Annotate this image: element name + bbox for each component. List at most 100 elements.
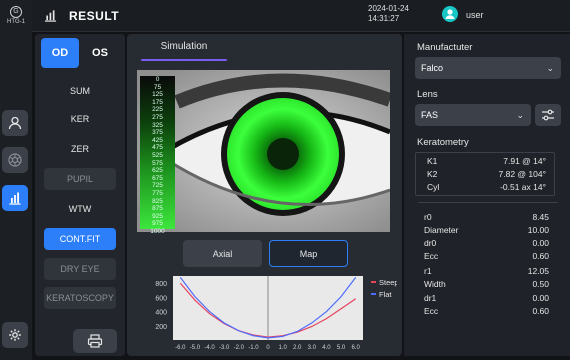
x-tick-label: 6.0 [352,345,361,351]
menu-item-keratoscopy[interactable]: KERATOSCOPY [44,287,116,309]
scale-label: 575 [152,159,163,167]
menu-item-zer[interactable]: ZER [44,138,116,160]
scale-label: 275 [152,113,163,121]
divider [418,202,558,203]
menu-item-cont-fit[interactable]: CONT.FIT [44,228,116,250]
param-value: 8.45 [532,212,549,222]
param-label: dr1 [424,293,437,303]
user-icon [8,116,22,130]
x-tick-label: -4.0 [204,345,215,351]
lens-label: Lens [417,89,438,100]
param-value: 12.05 [527,266,549,276]
scale-label: 825 [152,197,163,205]
chevron-down-icon: ⌄ [546,63,554,73]
cyl-label: Cyl [427,182,440,192]
map-button[interactable]: Map [269,240,348,267]
menu-item-sum[interactable]: SUM [44,80,116,102]
k1-value: 7.91 @ 14° [503,156,546,166]
time-text: 14:31:27 [368,14,400,23]
scale-label: 775 [152,189,163,197]
fit-panel: Manufactuter Falco ⌄ Lens FAS ⌄ Keratome… [404,34,570,356]
manufacturer-value: Falco [421,63,444,73]
lens-select[interactable]: FAS ⌄ [415,104,531,126]
os-button[interactable]: OS [81,38,119,68]
scale-label: 975 [152,220,163,228]
tab-simulation[interactable]: Simulation [141,41,227,59]
avatar[interactable] [442,6,458,22]
aperture-icon [8,153,22,167]
x-tick-label: 5.0 [337,345,346,351]
k2-label: K2 [427,169,438,179]
param-value: 0.00 [532,238,549,248]
keratometry-box: K1 7.91 @ 14° K2 7.82 @ 104° Cyl -0.51 a… [415,152,555,196]
result-button[interactable] [2,185,28,211]
menu-item-pupil[interactable]: PUPIL [44,168,116,190]
measure-button[interactable] [2,147,28,173]
device-name: HTG-1 [7,19,25,25]
x-tick-label: 4.0 [322,345,331,351]
y-tick-label: 600 [155,295,167,302]
user-icon [445,9,455,19]
legend-label: Flat [379,290,392,299]
profile-chart: 800 600 400 200 -6.0 -5.0 -4.0 -3.0 -2.0 -1.0 0 1.0… [155,276,397,351]
param-label: Width [424,279,446,289]
settings-button[interactable] [2,322,28,348]
gear-icon [9,329,21,341]
lens-settings-button[interactable] [535,104,561,126]
param-label: Diameter [424,225,459,235]
axial-button[interactable]: Axial [183,240,262,267]
bar-chart-icon [9,192,21,205]
scale-label: 875 [152,205,163,213]
manufacturer-select[interactable]: Falco ⌄ [415,57,561,79]
page-title: RESULT [69,9,120,23]
param-label: dr0 [424,238,437,248]
scale-label: 0 [155,76,160,83]
menu-item-wtw[interactable]: WTW [44,198,116,220]
x-tick-label: 1.0 [278,345,287,351]
y-tick-label: 200 [155,324,167,331]
center-panel: Simulation 0 75 125 175 225 275 325 375 … [127,34,402,356]
menu-item-dry-eye[interactable]: DRY EYE [44,258,116,280]
scale-label: 475 [152,144,163,152]
param-row: Ecc 0.60 [424,306,549,316]
k1-label: K1 [427,156,438,166]
device-logo: G HTG-1 [2,6,30,25]
scale-label: 525 [152,151,163,159]
print-button[interactable] [73,329,117,353]
param-row: dr1 0.00 [424,293,549,303]
param-label: r0 [424,212,432,222]
x-tick-label: 3.0 [308,345,317,351]
od-button[interactable]: OD [41,38,79,68]
param-row: Diameter 10.00 [424,225,549,235]
scale-label: 125 [152,91,163,99]
param-value: 0.60 [532,251,549,261]
left-sidebar: G HTG-1 [0,0,32,360]
x-tick-label: -5.0 [190,345,201,351]
chevron-down-icon: ⌄ [516,110,524,120]
scale-label: 325 [152,121,163,129]
patient-button[interactable] [2,110,28,136]
lens-value: FAS [421,110,439,120]
scale-label: 75 [153,83,162,91]
sliders-icon [542,109,554,121]
param-row: r1 12.05 [424,266,549,276]
scale-label: 375 [152,129,163,137]
manufacturer-label: Manufactuter [417,42,473,53]
menu-item-ker[interactable]: KER [44,108,116,130]
param-value: 0.50 [532,279,549,289]
param-label: Ecc [424,306,439,316]
cyl-value: -0.51 ax 14° [500,182,546,192]
scale-label: 425 [152,136,163,144]
y-tick-label: 400 [155,310,167,317]
x-tick-label: 2.0 [293,345,302,351]
legend-label: Steep [379,278,397,287]
scale-label: 725 [152,182,163,190]
scale-label: 625 [152,167,163,175]
x-tick-label: 0 [266,345,270,351]
param-label: Ecc [424,251,439,261]
user-name[interactable]: user [466,10,484,20]
param-row: r0 8.45 [424,212,549,222]
param-row: Width 0.50 [424,279,549,289]
param-value: 0.00 [532,293,549,303]
x-tick-label: -1.0 [248,345,259,351]
